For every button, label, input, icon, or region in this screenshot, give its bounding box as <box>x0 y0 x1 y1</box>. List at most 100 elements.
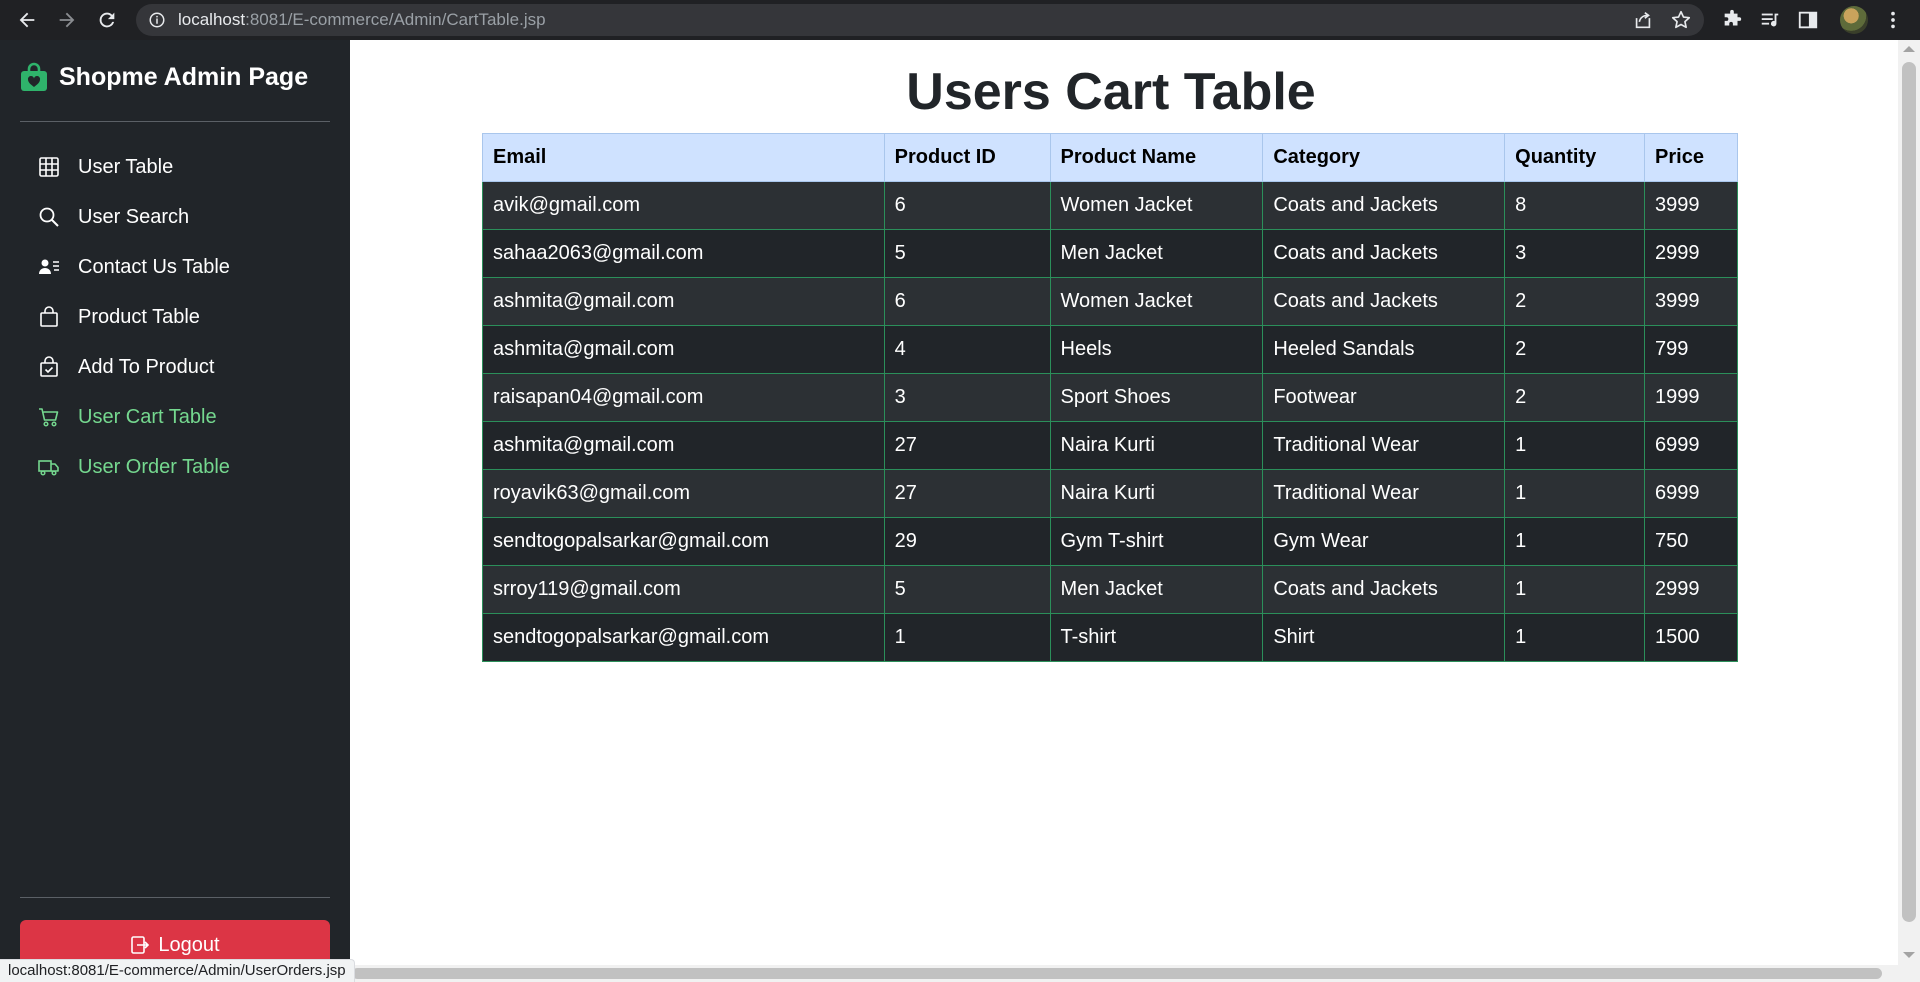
back-button[interactable] <box>10 0 44 40</box>
sidebar-item-user-cart-table[interactable]: User Cart Table <box>20 392 330 442</box>
sidebar-item-label: Add To Product <box>78 355 215 378</box>
cell-email: sendtogopalsarkar@gmail.com <box>482 517 885 566</box>
bag-check-icon <box>38 356 60 378</box>
table-row: ashmita@gmail.com 4 Heels Heeled Sandals… <box>482 325 1738 374</box>
brand[interactable]: Shopme Admin Page <box>20 62 308 92</box>
cell-product-id: 1 <box>883 613 1051 662</box>
info-icon[interactable] <box>148 11 166 29</box>
cell-price: 3999 <box>1644 181 1738 230</box>
cell-price: 1999 <box>1644 373 1738 422</box>
main-content: Users Cart Table Email Product ID Produc… <box>350 40 1898 965</box>
vertical-scrollbar[interactable] <box>1898 40 1920 965</box>
cell-category: Coats and Jackets <box>1262 277 1506 326</box>
cell-product-id: 4 <box>883 325 1051 374</box>
column-header-price: Price <box>1644 133 1738 182</box>
url-text[interactable]: localhost:8081/E-commerce/Admin/CartTabl… <box>178 4 546 36</box>
extensions-icon[interactable] <box>1721 9 1743 31</box>
cell-email: avik@gmail.com <box>482 181 885 230</box>
sidebar-item-add-to-product[interactable]: Add To Product <box>20 342 330 392</box>
cell-product-id: 5 <box>883 229 1051 278</box>
scroll-up-arrow-icon[interactable] <box>1903 46 1915 52</box>
sidebar-item-contact-us-table[interactable]: Contact Us Table <box>20 242 330 292</box>
cell-quantity: 2 <box>1504 325 1646 374</box>
horizontal-scroll-thumb[interactable] <box>352 968 1882 979</box>
person-lines-icon <box>38 256 60 278</box>
reload-icon <box>99 12 115 28</box>
cell-category: Coats and Jackets <box>1262 565 1506 614</box>
menu-kebab-icon[interactable] <box>1882 9 1904 31</box>
cell-price: 2999 <box>1644 229 1738 278</box>
share-icon[interactable] <box>1632 9 1654 31</box>
sidebar-divider-top <box>20 121 330 122</box>
sidebar-item-label: User Order Table <box>78 455 230 478</box>
scroll-down-arrow-icon[interactable] <box>1903 952 1915 958</box>
sidebar-item-label: User Search <box>78 205 190 228</box>
url-path: :8081/E-commerce/Admin/CartTable.jsp <box>245 10 546 29</box>
cell-category: Footwear <box>1262 373 1506 422</box>
side-panel-icon[interactable] <box>1797 9 1819 31</box>
table-row: ashmita@gmail.com 6 Women Jacket Coats a… <box>482 277 1738 326</box>
cell-category: Gym Wear <box>1262 517 1506 566</box>
cell-product-id: 6 <box>883 277 1051 326</box>
cell-email: ashmita@gmail.com <box>482 277 885 326</box>
brand-title: Shopme Admin Page <box>59 62 309 91</box>
cell-product-id: 27 <box>883 469 1051 518</box>
cell-product-name: Gym T-shirt <box>1049 517 1264 566</box>
sidebar: Shopme Admin Page User Table User Search… <box>0 40 350 982</box>
cell-product-id: 6 <box>883 181 1051 230</box>
search-icon <box>38 206 60 228</box>
cell-product-name: Women Jacket <box>1049 277 1264 326</box>
column-header-category: Category <box>1262 133 1506 182</box>
horizontal-scrollbar[interactable] <box>350 965 1920 982</box>
arrow-left-icon <box>19 12 35 28</box>
cell-price: 3999 <box>1644 277 1738 326</box>
cart-table: Email Product ID Product Name Category Q… <box>482 133 1738 662</box>
cell-price: 1500 <box>1644 613 1738 662</box>
truck-icon <box>38 456 60 478</box>
sidebar-item-label: Product Table <box>78 305 200 328</box>
sidebar-nav: User Table User Search Contact Us Table … <box>20 142 330 492</box>
browser-toolbar: localhost:8081/E-commerce/Admin/CartTabl… <box>0 0 1920 40</box>
table-icon <box>38 156 60 178</box>
media-icon[interactable] <box>1759 9 1781 31</box>
cell-email: srroy119@gmail.com <box>482 565 885 614</box>
cell-quantity: 1 <box>1504 421 1646 470</box>
column-header-product-name: Product Name <box>1049 133 1264 182</box>
cell-category: Heeled Sandals <box>1262 325 1506 374</box>
cell-quantity: 1 <box>1504 613 1646 662</box>
cell-category: Traditional Wear <box>1262 469 1506 518</box>
cell-price: 799 <box>1644 325 1738 374</box>
table-row: sendtogopalsarkar@gmail.com 29 Gym T-shi… <box>482 517 1738 566</box>
cell-category: Shirt <box>1262 613 1506 662</box>
forward-button[interactable] <box>50 0 84 40</box>
cell-price: 2999 <box>1644 565 1738 614</box>
table-header-row: Email Product ID Product Name Category Q… <box>482 133 1738 182</box>
vertical-scroll-thumb[interactable] <box>1902 62 1916 922</box>
cell-product-name: Naira Kurti <box>1049 421 1264 470</box>
cell-quantity: 8 <box>1504 181 1646 230</box>
address-bar[interactable]: localhost:8081/E-commerce/Admin/CartTabl… <box>136 4 1704 36</box>
cell-category: Traditional Wear <box>1262 421 1506 470</box>
cell-category: Coats and Jackets <box>1262 229 1506 278</box>
table-row: sahaa2063@gmail.com 5 Men Jacket Coats a… <box>482 229 1738 278</box>
cell-product-name: T-shirt <box>1049 613 1264 662</box>
profile-avatar[interactable] <box>1840 6 1868 34</box>
cell-email: sendtogopalsarkar@gmail.com <box>482 613 885 662</box>
reload-button[interactable] <box>90 0 124 40</box>
bag-icon <box>38 306 60 328</box>
cell-quantity: 2 <box>1504 277 1646 326</box>
sidebar-item-label: User Table <box>78 155 174 178</box>
sidebar-item-product-table[interactable]: Product Table <box>20 292 330 342</box>
cell-quantity: 2 <box>1504 373 1646 422</box>
sidebar-item-user-order-table[interactable]: User Order Table <box>20 442 330 492</box>
cell-product-name: Naira Kurti <box>1049 469 1264 518</box>
sidebar-item-user-search[interactable]: User Search <box>20 192 330 242</box>
table-row: avik@gmail.com 6 Women Jacket Coats and … <box>482 181 1738 230</box>
cell-quantity: 1 <box>1504 517 1646 566</box>
cell-product-name: Women Jacket <box>1049 181 1264 230</box>
cell-product-name: Heels <box>1049 325 1264 374</box>
sidebar-item-user-table[interactable]: User Table <box>20 142 330 192</box>
cell-product-id: 5 <box>883 565 1051 614</box>
column-header-product-id: Product ID <box>883 133 1051 182</box>
star-icon[interactable] <box>1670 9 1692 31</box>
